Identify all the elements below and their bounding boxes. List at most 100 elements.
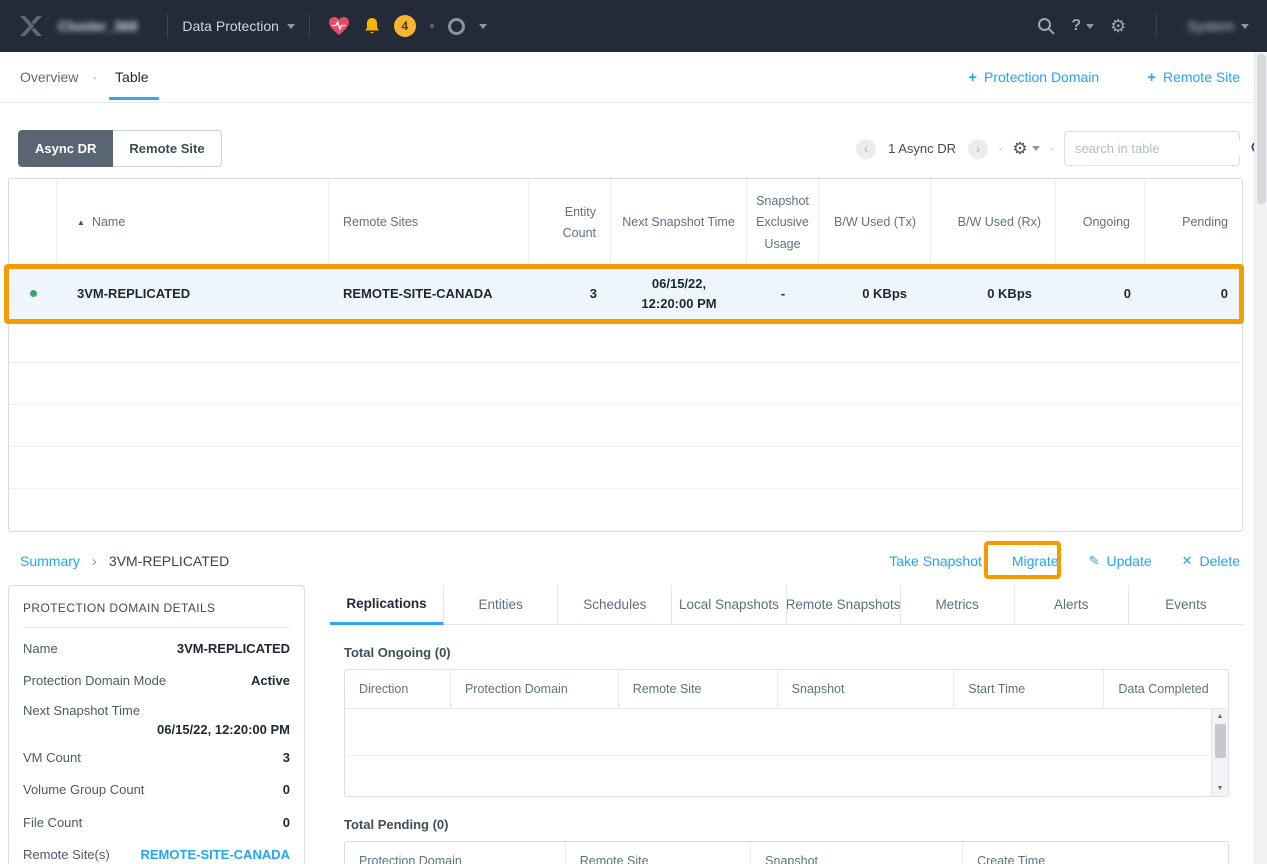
page-scrollbar-thumb[interactable] [1257, 54, 1266, 204]
tab-alerts[interactable]: Alerts [1014, 585, 1129, 625]
delete-label: Delete [1199, 553, 1240, 569]
delete-button[interactable]: ✕ Delete [1182, 553, 1240, 569]
question-icon: ? [1071, 17, 1082, 34]
detail-label: Name [23, 640, 58, 656]
detail-label: Protection Domain Mode [23, 673, 167, 689]
topbar-divider [1156, 14, 1158, 38]
chevron-down-icon[interactable] [478, 23, 487, 29]
sort-asc-icon: ▲ [77, 218, 85, 228]
nutanix-logo-icon[interactable] [18, 15, 44, 37]
search-input[interactable] [1075, 141, 1251, 156]
tab-table[interactable]: Table [109, 54, 160, 100]
add-remote-site-label: Remote Site [1162, 69, 1240, 85]
topbar-divider [308, 14, 310, 38]
add-protection-domain-button[interactable]: + Protection Domain [968, 69, 1099, 86]
cell-snapshot-exclusive-usage: - [780, 285, 786, 301]
column-header-ongoing[interactable]: Ongoing [1056, 179, 1145, 267]
toggle-async-dr[interactable]: Async DR [18, 130, 114, 167]
help-menu[interactable]: ? [1071, 17, 1095, 35]
table-settings-gear[interactable]: ⚙ [1012, 140, 1040, 157]
cell-next-snapshot-time: 06/15/22, 12:20:00 PM [611, 267, 747, 320]
pagination-next-button[interactable]: › [968, 138, 989, 159]
page-scrollbar[interactable] [1254, 52, 1267, 864]
scrollbar-thumb[interactable] [1214, 724, 1226, 758]
pagination-prev-button[interactable]: ‹ [856, 138, 877, 159]
empty-table-row [9, 488, 1242, 530]
detail-label: Volume Group Count [23, 782, 145, 798]
pending-replications-table: Protection Domain Remote Site Snapshot C… [344, 841, 1229, 864]
status-column-header [9, 179, 57, 267]
migrate-button[interactable]: Migrate [1012, 553, 1059, 569]
table-row-3vm-replicated[interactable]: 3VM-REPLICATED REMOTE-SITE-CANADA 3 06/1… [9, 267, 1242, 320]
ongoing-header-data-completed: Data Completed [1118, 682, 1209, 696]
alerts-bell-icon[interactable] [364, 17, 380, 36]
chevron-down-icon [1031, 146, 1040, 151]
empty-table-row [9, 362, 1242, 404]
breadcrumb-summary-link[interactable]: Summary [20, 553, 80, 569]
separator-dot [429, 24, 434, 28]
pending-header-snapshot: Snapshot [751, 842, 964, 864]
update-button[interactable]: ✎ Update [1089, 553, 1152, 569]
health-heart-icon[interactable] [328, 16, 350, 36]
ongoing-header-protection-domain: Protection Domain [451, 670, 619, 708]
ongoing-replications-table: Direction Protection Domain Remote Site … [344, 669, 1229, 797]
divider [23, 627, 290, 628]
separator-dot: · [998, 141, 1003, 156]
details-panel-title: PROTECTION DOMAIN DETAILS [23, 601, 216, 615]
detail-value: 0 [282, 814, 290, 830]
tab-local-snapshots[interactable]: Local Snapshots [672, 585, 787, 625]
empty-table-row [9, 446, 1242, 488]
table-search [1064, 131, 1266, 166]
tab-metrics[interactable]: Metrics [900, 585, 1015, 625]
ongoing-header-start-time: Start Time [954, 670, 1105, 708]
column-header-entity-count[interactable]: Entity Count [529, 179, 611, 267]
add-remote-site-button[interactable]: + Remote Site [1147, 69, 1240, 86]
take-snapshot-button[interactable]: Take Snapshot [889, 553, 982, 569]
detail-row-mode: Protection Domain Mode Active [23, 665, 290, 698]
protection-domain-table: ▲ Name Remote Sites Entity Count Next Sn… [8, 178, 1243, 532]
tab-replications[interactable]: Replications [330, 585, 445, 625]
column-header-remote-sites[interactable]: Remote Sites [329, 179, 529, 267]
tab-overview[interactable]: Overview [20, 69, 78, 85]
tab-events[interactable]: Events [1128, 585, 1243, 625]
total-pending-title: Total Pending (0) [344, 817, 449, 832]
tab-entities[interactable]: Entities [444, 585, 559, 625]
cell-name: 3VM-REPLICATED [77, 286, 191, 301]
pagination-label: 1 Async DR [888, 141, 957, 156]
toggle-remote-site[interactable]: Remote Site [113, 130, 222, 167]
alert-count-badge[interactable]: 4 [393, 15, 416, 37]
view-switch-bar: Overview · Table + Protection Domain + R… [0, 52, 1267, 103]
cell-ongoing: 0 [1123, 286, 1131, 301]
column-header-snapshot-exclusive-usage[interactable]: Snapshot Exclusive Usage [747, 179, 819, 267]
search-icon[interactable] [1037, 17, 1055, 35]
column-header-next-snapshot-time[interactable]: Next Snapshot Time [611, 179, 747, 267]
topbar-divider [167, 14, 169, 38]
cluster-name[interactable]: Cluster_368 [58, 18, 137, 34]
update-label: Update [1106, 553, 1152, 569]
pending-table-header: Protection Domain Remote Site Snapshot C… [345, 842, 1228, 864]
detail-label: Remote Site(s) [23, 847, 110, 863]
ongoing-table-scrollbar[interactable]: ▲ ▼ [1211, 709, 1228, 796]
section-menu-label: Data Protection [182, 18, 279, 34]
detail-row-file-count: File Count 0 [23, 806, 290, 839]
section-menu-dropdown[interactable]: Data Protection [182, 18, 295, 34]
remote-site-link[interactable]: REMOTE-SITE-CANADA [141, 847, 291, 862]
scroll-down-icon[interactable]: ▼ [1217, 781, 1224, 796]
detail-value: Active [250, 673, 290, 689]
domain-detail-tabs-panel: Replications Entities Schedules Local Sn… [330, 585, 1243, 864]
separator-dot: · [92, 69, 98, 85]
tab-schedules[interactable]: Schedules [558, 585, 673, 625]
scroll-up-icon[interactable]: ▲ [1217, 709, 1224, 724]
settings-gear-icon[interactable]: ⚙ [1110, 17, 1126, 35]
dr-type-toggle: Async DR Remote Site [18, 130, 222, 167]
user-menu[interactable]: System [1187, 18, 1249, 34]
column-header-bw-rx[interactable]: B/W Used (Rx) [931, 179, 1056, 267]
column-header-name[interactable]: ▲ Name [57, 179, 329, 267]
detail-label: VM Count [23, 749, 81, 765]
tab-remote-snapshots[interactable]: Remote Snapshots [786, 585, 901, 625]
column-header-label: Name [91, 215, 126, 230]
ongoing-header-remote-site: Remote Site [619, 670, 778, 708]
column-header-bw-tx[interactable]: B/W Used (Tx) [819, 179, 931, 267]
tasks-ring-icon[interactable] [447, 17, 465, 35]
column-header-pending[interactable]: Pending [1145, 179, 1242, 267]
